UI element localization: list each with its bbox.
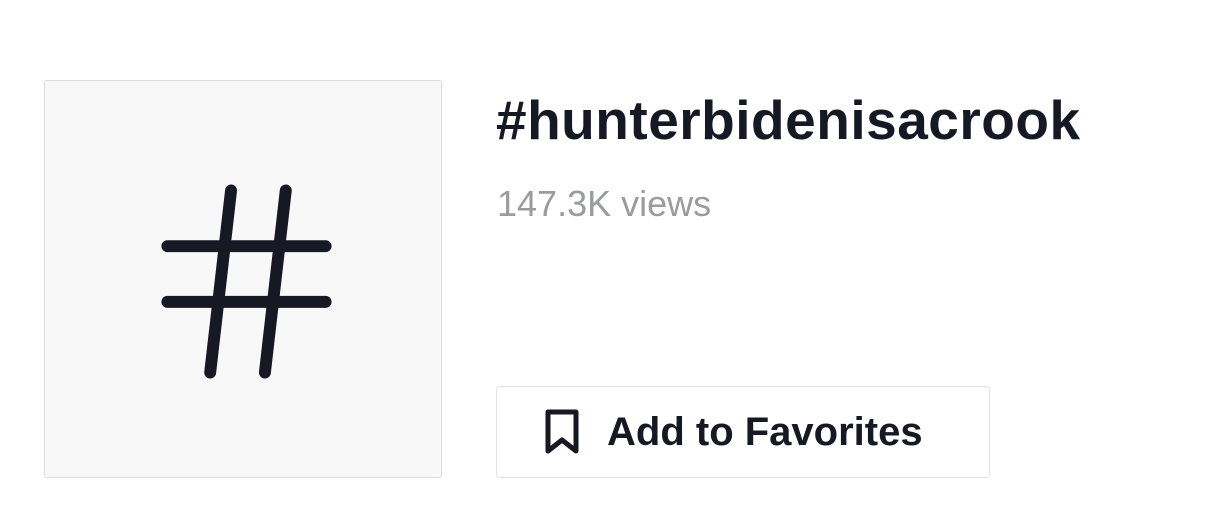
views-number: 147.3K xyxy=(497,183,612,224)
add-to-favorites-button[interactable]: Add to Favorites xyxy=(496,386,990,478)
add-to-favorites-label: Add to Favorites xyxy=(607,409,923,454)
views-label: views xyxy=(621,183,712,224)
hashtag-icon xyxy=(161,184,332,379)
views-count: 147.3K views xyxy=(497,180,711,228)
bookmark-icon xyxy=(543,408,581,456)
hashtag-title: #hunterbidenisacrook xyxy=(496,89,1081,151)
hashtag-cover xyxy=(44,80,442,478)
